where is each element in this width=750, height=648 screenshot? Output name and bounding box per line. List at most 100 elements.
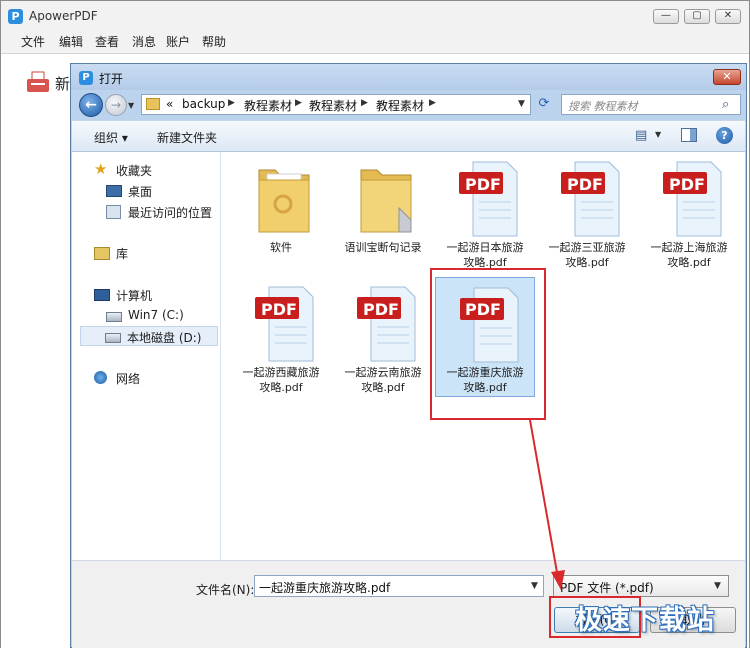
- menu-account[interactable]: 账户: [166, 33, 190, 50]
- file-item-pdf[interactable]: PDF 一起游三亚旅游 攻略.pdf: [537, 152, 637, 272]
- nav-network-label: 网络: [116, 372, 141, 386]
- apowerpdf-logo-icon: P: [79, 71, 93, 85]
- apowerpdf-logo-icon: P: [8, 9, 23, 24]
- forward-button[interactable]: →: [105, 94, 127, 116]
- file-name-line1: 一起游云南旅游: [344, 366, 422, 379]
- app-title: ApowerPDF: [29, 9, 98, 23]
- nav-drive-d[interactable]: 本地磁盘 (D:): [80, 326, 218, 346]
- back-button[interactable]: ←: [79, 93, 103, 117]
- file-name-line1: 一起游三亚旅游: [548, 241, 626, 254]
- drive-d-icon: [105, 333, 121, 343]
- folder-icon: [146, 98, 160, 110]
- file-name: 一起游云南旅游 攻略.pdf: [333, 365, 433, 395]
- pdf-file-icon: [663, 161, 722, 237]
- pdf-file-icon: [357, 286, 416, 362]
- desktop-icon: [106, 185, 122, 197]
- pdf-file-icon: [255, 286, 314, 362]
- file-name-line2: 攻略.pdf: [361, 381, 405, 394]
- nav-drive-c-label: Win7 (C:): [128, 308, 184, 322]
- close-button[interactable]: ✕: [715, 9, 741, 24]
- pdf-file-icon: [561, 161, 620, 237]
- new-folder-button[interactable]: 新建文件夹: [157, 129, 217, 146]
- file-item-folder[interactable]: 软件: [231, 152, 331, 272]
- nav-computer[interactable]: 计算机: [94, 285, 234, 305]
- nav-libraries-label: 库: [116, 247, 129, 261]
- menu-messages[interactable]: 消息: [132, 33, 156, 50]
- filename-input[interactable]: 一起游重庆旅游攻略.pdf ▼: [254, 575, 544, 597]
- file-name: 一起游三亚旅游 攻略.pdf: [537, 240, 637, 270]
- chevron-down-icon[interactable]: ▼: [714, 581, 721, 591]
- star-icon: ★: [94, 160, 108, 178]
- folder-icon: [360, 169, 412, 233]
- search-input[interactable]: 搜索 教程素材 ⌕: [561, 94, 741, 115]
- computer-icon: [94, 289, 110, 301]
- breadcrumb-folder-3[interactable]: 教程素材: [376, 97, 424, 114]
- recent-pages-dropdown-icon[interactable]: ▼: [128, 101, 134, 110]
- file-name: 软件: [270, 241, 292, 254]
- breadcrumb-backup[interactable]: backup: [182, 97, 225, 111]
- breadcrumb-folder-1[interactable]: 教程素材: [244, 97, 292, 114]
- maximize-button[interactable]: ▢: [684, 9, 710, 24]
- pointer-arrow: [529, 419, 565, 590]
- chevron-right-icon[interactable]: ▶: [361, 98, 368, 108]
- nav-drive-d-label: 本地磁盘 (D:): [127, 331, 202, 345]
- nav-favorites[interactable]: ★ 收藏夹: [94, 160, 234, 180]
- chevron-right-icon[interactable]: ▶: [295, 98, 302, 108]
- menu-help[interactable]: 帮助: [202, 33, 226, 50]
- watermark-logo: 极速下载站: [575, 605, 715, 636]
- app-titlebar: P ApowerPDF — ▢ ✕: [1, 1, 749, 31]
- nav-favorites-label: 收藏夹: [116, 164, 153, 178]
- command-bar: 组织 ▾ 新建文件夹 ▤ ▼ ?: [72, 120, 745, 152]
- address-bar[interactable]: « backup ▶ 教程素材 ▶ 教程素材 ▶ 教程素材 ▶ ▼: [141, 94, 531, 115]
- new-button-label[interactable]: 新: [55, 73, 70, 94]
- preview-pane-icon[interactable]: [681, 128, 697, 142]
- filename-label: 文件名(N):: [196, 583, 255, 597]
- dialog-close-button[interactable]: ✕: [713, 69, 741, 85]
- pdf-badge-label: PDF: [669, 175, 705, 194]
- menu-file[interactable]: 文件: [21, 33, 45, 50]
- nav-network[interactable]: 网络: [94, 368, 234, 388]
- drive-c-icon: [106, 312, 122, 322]
- breadcrumb-folder-2[interactable]: 教程素材: [309, 97, 357, 114]
- file-item-pdf[interactable]: PDF 一起游上海旅游 攻略.pdf: [639, 152, 739, 272]
- view-options-icon[interactable]: ▤: [635, 128, 647, 143]
- search-placeholder: 搜索 教程素材: [568, 100, 638, 113]
- folder-icon: [258, 169, 310, 233]
- nav-computer-label: 计算机: [116, 289, 153, 303]
- minimize-button[interactable]: —: [653, 9, 679, 24]
- search-icon[interactable]: ⌕: [722, 97, 729, 112]
- network-icon: [94, 371, 107, 384]
- open-file-dialog: P 打开 ✕ ← → ▼ « backup ▶ 教程素材 ▶ 教程素材 ▶ 教程…: [70, 63, 747, 648]
- pdf-file-icon: [459, 161, 518, 237]
- menu-edit[interactable]: 编辑: [59, 33, 83, 50]
- refresh-icon[interactable]: ⟳: [535, 95, 553, 113]
- chevron-right-icon[interactable]: ▶: [429, 98, 436, 108]
- file-item-folder[interactable]: 语训宝断句记录: [333, 152, 433, 272]
- dialog-title: 打开: [99, 72, 124, 86]
- nav-desktop-label: 桌面: [128, 185, 153, 199]
- address-dropdown-icon[interactable]: ▼: [518, 99, 525, 109]
- file-name-line2: 攻略.pdf: [259, 381, 303, 394]
- breadcrumb-prefix[interactable]: «: [166, 97, 173, 111]
- file-name-line1: 一起游上海旅游: [650, 241, 728, 254]
- navigation-row: ← → ▼ « backup ▶ 教程素材 ▶ 教程素材 ▶ 教程素材 ▶ ▼ …: [77, 92, 742, 118]
- menubar: 文件 编辑 查看 消息 账户 帮助: [1, 31, 749, 51]
- library-icon: [94, 247, 110, 260]
- file-item-pdf[interactable]: PDF 一起游云南旅游 攻略.pdf: [333, 277, 433, 397]
- help-icon[interactable]: ?: [716, 127, 733, 144]
- file-item-pdf[interactable]: PDF 一起游日本旅游 攻略.pdf: [435, 152, 535, 272]
- pdf-badge-label: PDF: [363, 300, 399, 319]
- organize-button[interactable]: 组织 ▾: [94, 129, 128, 146]
- file-item-pdf[interactable]: PDF 一起游西藏旅游 攻略.pdf: [231, 277, 331, 397]
- menu-view[interactable]: 查看: [95, 33, 119, 50]
- new-document-icon[interactable]: [26, 71, 50, 93]
- chevron-right-icon[interactable]: ▶: [228, 98, 235, 108]
- view-dropdown-icon[interactable]: ▼: [655, 130, 661, 139]
- pdf-badge-label: PDF: [567, 175, 603, 194]
- highlight-selected-file: [430, 268, 546, 420]
- pdf-badge-label: PDF: [465, 175, 501, 194]
- dialog-titlebar: P 打开 ✕: [71, 64, 746, 90]
- nav-libraries[interactable]: 库: [94, 243, 234, 263]
- navigation-pane: ★ 收藏夹 桌面 最近访问的位置 库 计算机 Win7 (C:) 本地磁盘 (D…: [72, 152, 221, 560]
- file-name-line2: 攻略.pdf: [565, 256, 609, 269]
